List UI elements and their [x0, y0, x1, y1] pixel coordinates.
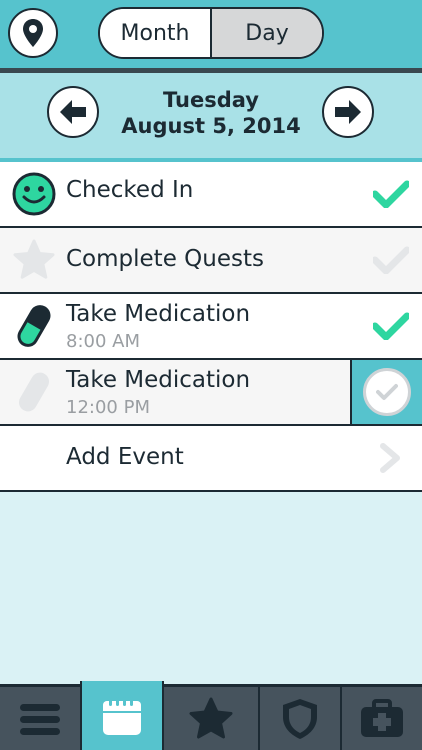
- smiley-icon: [12, 172, 56, 216]
- check-icon: [373, 180, 409, 208]
- event-list: Checked In Complete Quests Take Medicati…: [0, 162, 422, 492]
- event-title: Take Medication: [66, 301, 251, 327]
- menu-icon: [20, 703, 60, 735]
- shield-icon: [283, 698, 317, 739]
- add-event-label: Add Event: [66, 444, 184, 470]
- medical-kit-icon: [361, 698, 403, 737]
- view-segmented-control: Month Day: [98, 7, 324, 59]
- date-title: Tuesday August 5, 2014: [110, 87, 312, 139]
- tab-quests[interactable]: [164, 687, 260, 750]
- arrow-right-icon: [335, 100, 361, 124]
- event-time: 8:00 AM: [66, 331, 140, 352]
- next-day-button[interactable]: [322, 86, 374, 138]
- add-event-button[interactable]: Add Event: [0, 426, 422, 492]
- tab-bar: [0, 681, 422, 750]
- full-date: August 5, 2014: [121, 114, 301, 138]
- tab-menu[interactable]: [0, 687, 82, 750]
- star-icon: [189, 697, 233, 738]
- tab-shield[interactable]: [260, 687, 342, 750]
- location-button[interactable]: [8, 8, 58, 58]
- tab-calendar[interactable]: [80, 681, 164, 750]
- check-circle: [363, 368, 411, 416]
- event-time: 12:00 PM: [66, 397, 150, 418]
- pill-icon: [19, 372, 49, 412]
- check-icon: [373, 246, 409, 274]
- segment-day[interactable]: Day: [212, 9, 322, 57]
- top-bar: Month Day: [0, 0, 422, 68]
- previous-day-button[interactable]: [47, 86, 99, 138]
- day-name: Tuesday: [163, 88, 259, 112]
- check-icon: [373, 312, 409, 340]
- pill-icon: [17, 305, 51, 347]
- star-icon: [13, 239, 55, 279]
- tab-medical[interactable]: [342, 687, 422, 750]
- event-title: Take Medication: [66, 367, 251, 393]
- chevron-right-icon: [380, 443, 400, 473]
- list-item-checked-in[interactable]: Checked In: [0, 162, 422, 228]
- date-navigation-bar: Tuesday August 5, 2014: [0, 73, 422, 158]
- segment-month[interactable]: Month: [100, 9, 212, 57]
- mark-done-button[interactable]: [350, 360, 422, 424]
- event-title: Checked In: [66, 177, 194, 203]
- list-item-medication-morning[interactable]: Take Medication 8:00 AM: [0, 294, 422, 360]
- list-item-complete-quests[interactable]: Complete Quests: [0, 228, 422, 294]
- arrow-left-icon: [60, 100, 86, 124]
- event-title: Complete Quests: [66, 246, 264, 272]
- list-item-medication-noon[interactable]: Take Medication 12:00 PM: [0, 360, 422, 426]
- calendar-icon: [103, 696, 141, 735]
- check-icon: [376, 384, 398, 400]
- map-pin-icon: [23, 19, 43, 47]
